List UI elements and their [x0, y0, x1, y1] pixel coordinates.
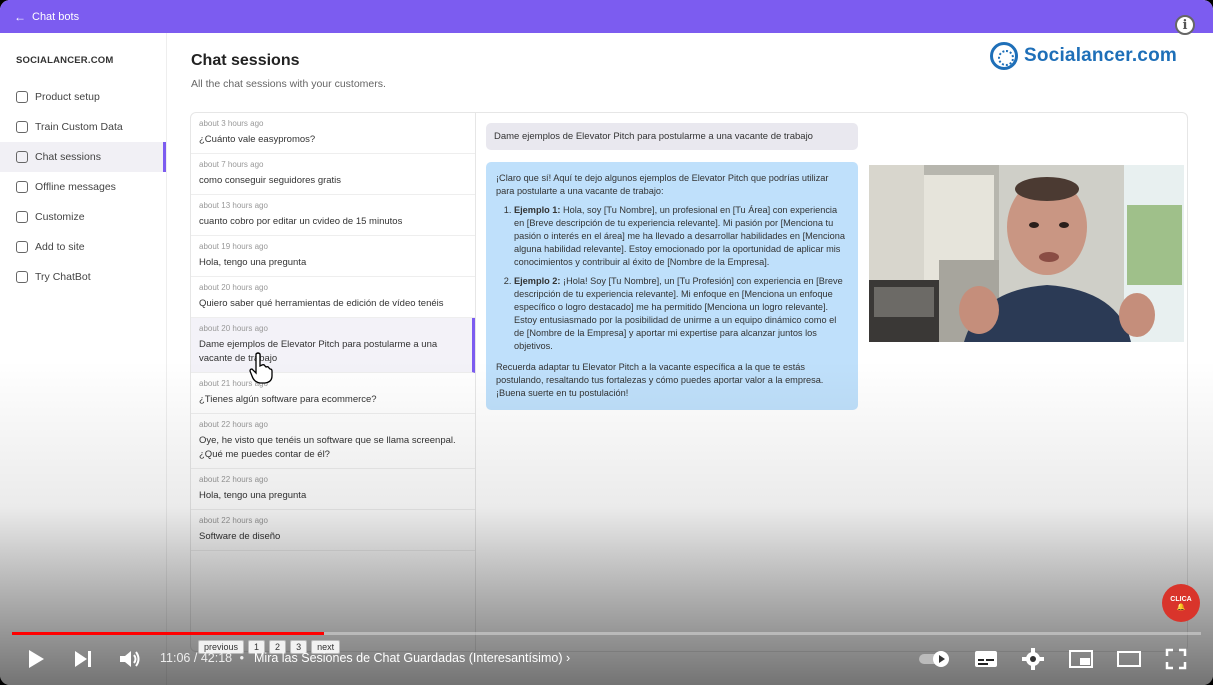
progress-bar[interactable] [12, 632, 1201, 635]
settings-gear-icon[interactable] [1022, 648, 1044, 675]
session-time: about 3 hours ago [199, 119, 264, 128]
fullscreen-icon[interactable] [1165, 648, 1187, 675]
sidebar-item-try-chatbot[interactable]: Try ChatBot [0, 262, 166, 292]
logo-mark-icon [990, 42, 1018, 70]
info-icon[interactable]: i [1175, 15, 1195, 35]
chat-icon [16, 151, 28, 163]
session-row[interactable]: about 22 hours ago Software de diseño [191, 510, 475, 551]
play-icon[interactable] [26, 648, 46, 675]
bot-outro: Recuerda adaptar tu Elevator Pitch a la … [496, 362, 824, 398]
session-message: Software de diseño [199, 531, 281, 542]
session-message: Dame ejemplos de Elevator Pitch para pos… [199, 339, 438, 364]
chapter-title[interactable]: Mira las Sesiones de Chat Guardadas (Int… [254, 651, 570, 665]
subscribe-badge[interactable]: CLICA 🔔 [1162, 584, 1200, 622]
time-display: 11:06 / 42:18 • [160, 651, 244, 665]
sidebar-item-label: Add to site [35, 241, 85, 253]
video-frame[interactable]: ← Chat bots i SOCIALANCER.COM Product se… [0, 0, 1213, 685]
embed-icon [16, 241, 28, 253]
sidebar-item-label: Chat sessions [35, 151, 101, 163]
session-time: about 22 hours ago [199, 516, 268, 525]
arrow-left-icon[interactable]: ← [14, 10, 26, 24]
session-row[interactable]: about 22 hours ago Oye, he visto que tené… [191, 414, 475, 469]
session-time: about 22 hours ago [199, 420, 268, 429]
theater-mode-icon[interactable] [1116, 648, 1142, 675]
session-row[interactable]: about 22 hours ago Hola, tengo una pregun… [191, 469, 475, 510]
player-controls: 11:06 / 42:18 • Mira las Sesiones de Cha… [0, 640, 1213, 680]
time-separator: / [193, 651, 198, 665]
session-row[interactable]: about 13 hours ago cuanto cobro por edita… [191, 195, 475, 236]
example-item: Ejemplo 1: Hola, soy [Tu Nombre], un pro… [514, 204, 848, 269]
session-message: Oye, he visto que tenéis un software que… [199, 435, 456, 460]
miniplayer-icon[interactable] [1068, 648, 1094, 675]
duration: 42:18 [200, 651, 233, 665]
sidebar-item-chat-sessions[interactable]: Chat sessions [0, 142, 166, 172]
mail-icon [16, 181, 28, 193]
bot-intro: ¡Claro que sí! Aquí te dejo algunos ejem… [496, 173, 829, 196]
socialancer-logo: Socialancer.com [990, 42, 1177, 70]
home-icon [16, 91, 28, 103]
logo-text: Socialancer.com [1024, 45, 1177, 66]
chevron-right-icon: › [565, 651, 571, 665]
session-row[interactable]: about 21 hours ago ¿Tienes algún software… [191, 373, 475, 414]
sidebar-item-customize[interactable]: Customize [0, 202, 166, 232]
sidebar-item-train-custom-data[interactable]: Train Custom Data [0, 112, 166, 142]
next-icon[interactable] [72, 648, 94, 675]
sidebar-item-add-to-site[interactable]: Add to site [0, 232, 166, 262]
session-time: about 20 hours ago [199, 324, 268, 333]
session-message: cuanto cobro por editar un cvideo de 15 … [199, 216, 403, 227]
session-time: about 13 hours ago [199, 201, 268, 210]
brand-name: SOCIALANCER.COM [16, 55, 114, 66]
palette-icon [16, 211, 28, 223]
sidebar-item-product-setup[interactable]: Product setup [0, 82, 166, 112]
session-time: about 19 hours ago [199, 242, 268, 251]
sidebar-item-label: Product setup [35, 91, 100, 103]
examples-list: Ejemplo 1: Hola, soy [Tu Nombre], un pro… [496, 204, 848, 353]
chatbot-icon [16, 271, 28, 283]
database-icon [16, 121, 28, 133]
back-link[interactable]: Chat bots [32, 11, 79, 23]
session-message: Hola, tengo una pregunta [199, 257, 307, 268]
session-message: ¿Cuánto vale easypromos? [199, 134, 316, 145]
sidebar-item-label: Customize [35, 211, 85, 223]
session-message: Hola, tengo una pregunta [199, 490, 307, 501]
progress-played [12, 632, 324, 635]
bell-icon: 🔔 [1176, 603, 1186, 611]
session-row[interactable]: about 3 hours ago ¿Cuánto vale easypromos… [191, 113, 475, 154]
session-row[interactable]: about 7 hours ago como conseguir seguidor… [191, 154, 475, 195]
top-bar: ← Chat bots [0, 0, 1213, 33]
session-row[interactable]: about 20 hours ago Quiero saber qué herra… [191, 277, 475, 318]
user-message: Dame ejemplos de Elevator Pitch para pos… [486, 123, 858, 150]
sidebar-item-offline-messages[interactable]: Offline messages [0, 172, 166, 202]
session-message: ¿Tienes algún software para ecommerce? [199, 394, 377, 405]
volume-icon[interactable] [118, 648, 142, 675]
sidebar-item-label: Train Custom Data [35, 121, 123, 133]
hand-cursor-icon [249, 352, 273, 384]
example-item: Ejemplo 2: ¡Hola! Soy [Tu Nombre], un [T… [514, 275, 848, 353]
session-row[interactable]: about 19 hours ago Hola, tengo una pregun… [191, 236, 475, 277]
page-subtitle: All the chat sessions with your customer… [191, 78, 386, 90]
sidebar: SOCIALANCER.COM Product setup Train Custo… [0, 33, 167, 685]
autoplay-toggle[interactable] [918, 650, 952, 673]
session-row[interactable]: about 20 hours ago Dame ejemplos de Eleva… [191, 318, 475, 373]
session-time: about 21 hours ago [199, 379, 268, 388]
session-time: about 20 hours ago [199, 283, 268, 292]
chat-thread: Dame ejemplos de Elevator Pitch para pos… [486, 123, 858, 410]
sidebar-item-label: Offline messages [35, 181, 116, 193]
session-time: about 7 hours ago [199, 160, 264, 169]
current-time: 11:06 [160, 651, 191, 665]
session-list: about 3 hours ago ¿Cuánto vale easypromos… [191, 113, 476, 651]
session-message: como conseguir seguidores gratis [199, 175, 342, 186]
sidebar-item-label: Try ChatBot [35, 271, 91, 283]
bot-message: ¡Claro que sí! Aquí te dejo algunos ejem… [486, 162, 858, 410]
subtitles-icon[interactable] [974, 648, 998, 675]
session-time: about 22 hours ago [199, 475, 268, 484]
session-message: Quiero saber qué herramientas de edición… [199, 298, 444, 309]
page-title: Chat sessions [191, 52, 300, 69]
webcam-overlay [869, 165, 1184, 342]
